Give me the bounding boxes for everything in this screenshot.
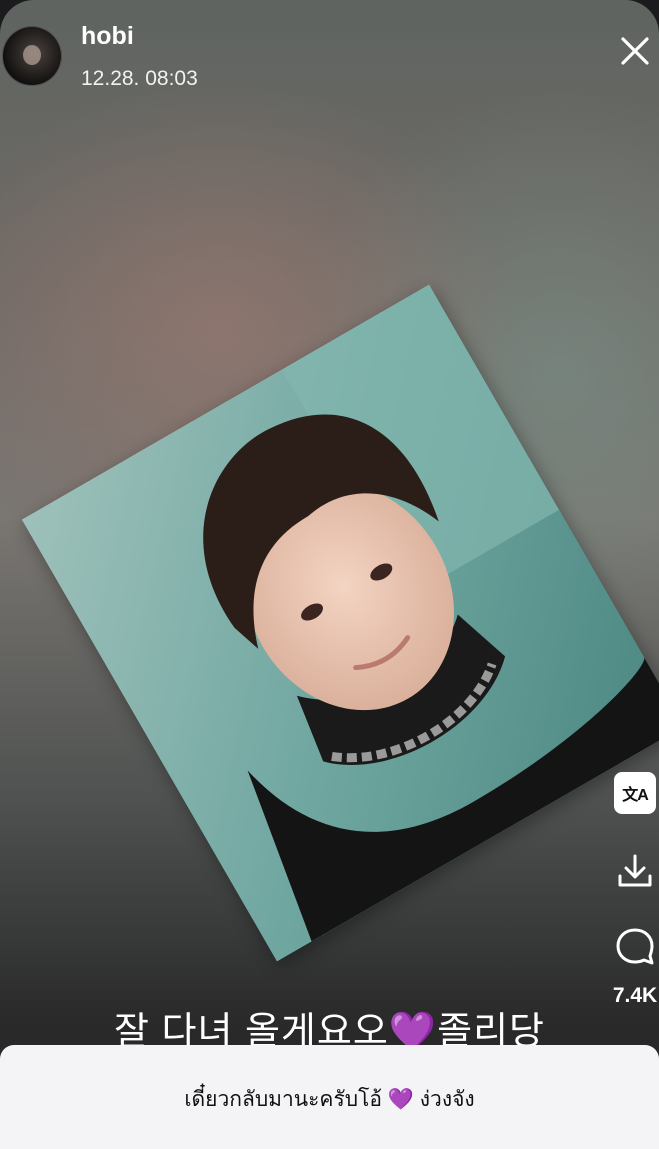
comment-icon[interactable]	[614, 925, 656, 967]
selfie-photo	[21, 284, 659, 962]
purple-heart-emoji: 💜	[387, 1088, 414, 1111]
translate-icon[interactable]: 文A	[614, 772, 656, 814]
username[interactable]: hobi	[81, 22, 134, 51]
translation-text-before: เดี๋ยวกลับมานะครับโอ้	[184, 1088, 388, 1111]
avatar[interactable]	[2, 26, 62, 86]
close-icon[interactable]	[620, 36, 659, 78]
download-icon[interactable]	[614, 850, 656, 892]
story-viewer[interactable]: hobi 12.28. 08:03 文A 7.4K 잘 다녀 올게요오💜졸리당 …	[0, 0, 659, 1149]
translated-caption: เดี๋ยวกลับมานะครับโอ้ 💜 ง่วงจัง	[0, 1083, 659, 1116]
avatar-face	[23, 45, 41, 65]
translation-panel: เดี๋ยวกลับมานะครับโอ้ 💜 ง่วงจัง	[0, 1045, 659, 1149]
post-timestamp: 12.28. 08:03	[81, 67, 198, 90]
translation-text-after: ง่วงจัง	[413, 1088, 475, 1111]
